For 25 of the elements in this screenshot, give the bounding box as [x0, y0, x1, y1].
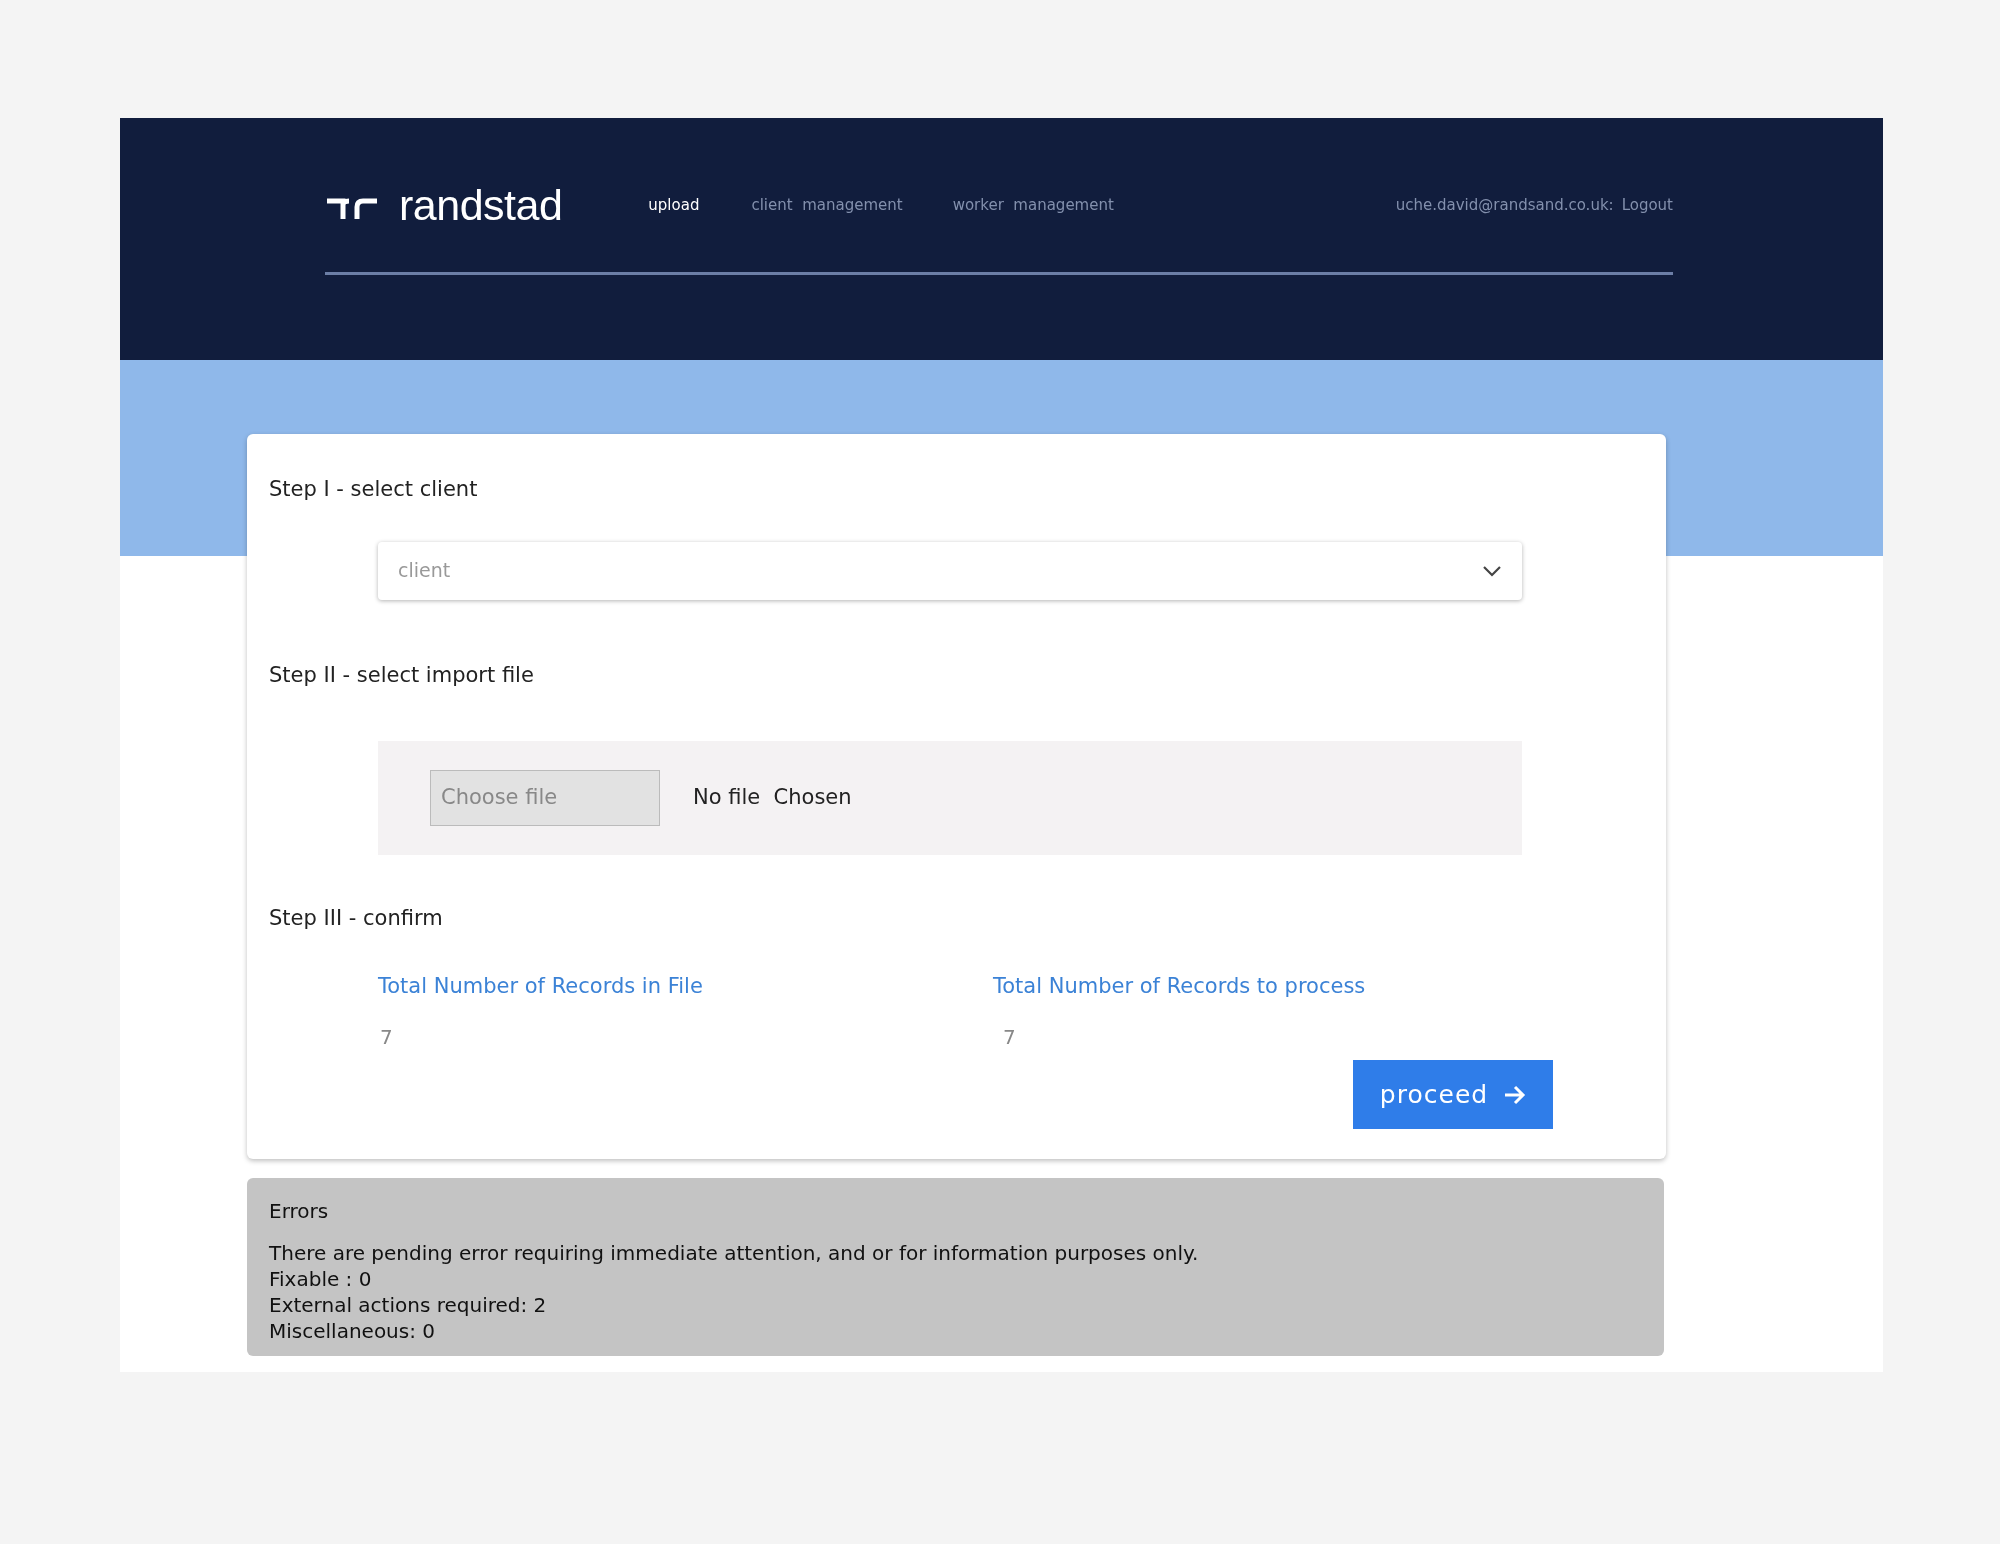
nav-link[interactable]: worker management	[952, 193, 1114, 217]
logo-text: randstad	[399, 179, 563, 231]
file-status: No file Chosen	[693, 784, 852, 812]
stat-value: 7	[379, 1024, 393, 1051]
arrow-right-icon	[1504, 1084, 1527, 1105]
nav-link[interactable]: upload	[648, 193, 700, 217]
user-email: uche.david@randsand.co.uk:	[1395, 194, 1614, 216]
step-heading: Step II - select import file	[269, 661, 535, 689]
stat-value: 7	[1002, 1024, 1016, 1051]
step-heading: Step I - select client	[269, 476, 479, 503]
error-line: External actions required: 2	[269, 1292, 547, 1318]
stat-label: Total Number of Records in File	[378, 972, 703, 1000]
error-line: Fixable : 0	[269, 1266, 372, 1292]
chevron-down-icon	[1482, 564, 1502, 577]
nav-link[interactable]: client management	[751, 193, 903, 217]
client-select[interactable]: client	[378, 541, 1522, 600]
choose-file-button[interactable]: Choose file	[430, 770, 660, 826]
errors-title: Errors	[269, 1198, 330, 1225]
stat-label: Total Number of Records to process	[993, 972, 1366, 1000]
logout-link[interactable]: Logout	[1621, 193, 1673, 217]
error-line: There are pending error requiring immediate attention, and or for information purposes only.	[269, 1240, 1199, 1266]
select-placeholder: client	[398, 558, 451, 584]
step-heading: Step III - confirm	[269, 905, 444, 932]
error-line: Miscellaneous: 0	[269, 1318, 436, 1344]
proceed-button[interactable]: proceed	[1353, 1060, 1553, 1129]
